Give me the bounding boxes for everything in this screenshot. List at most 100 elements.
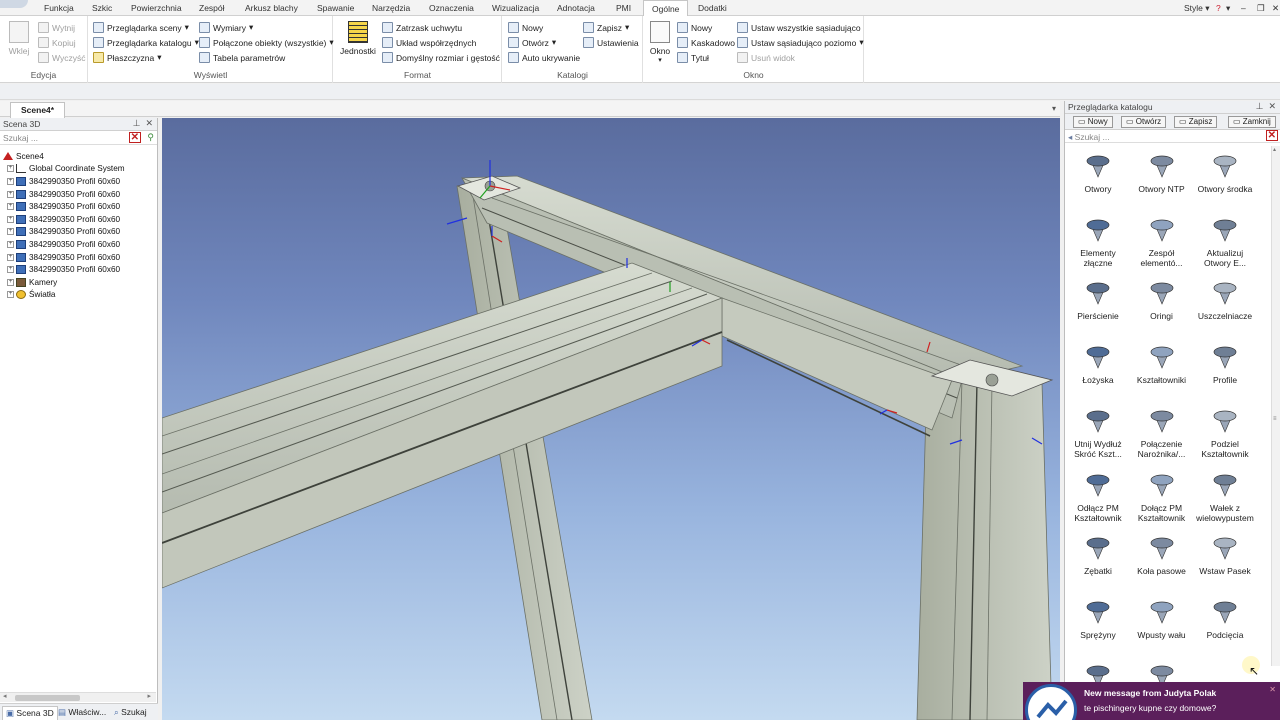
title-button[interactable]: Tytuł	[677, 52, 709, 63]
tree-node[interactable]: +3842990350 Profil 60x60	[0, 200, 156, 213]
style-menu[interactable]: Style ▾	[1184, 3, 1210, 14]
window-button[interactable]: Okno ▾	[647, 21, 673, 64]
catalog-item[interactable]: Elementy złączne	[1066, 215, 1130, 268]
tab-szkic[interactable]: Szkic	[92, 3, 112, 13]
close-catalog-icon[interactable]: ✕	[1268, 101, 1276, 111]
expand-icon[interactable]: +	[7, 266, 14, 274]
tab-funkcja[interactable]: Funkcja	[44, 3, 74, 13]
tree-node[interactable]: +3842990350 Profil 60x60	[0, 238, 156, 251]
expand-icon[interactable]: +	[7, 291, 14, 299]
tree-node[interactable]: + Kamery	[0, 276, 156, 289]
catalog-item[interactable]: Otwory środka	[1193, 151, 1257, 194]
plane-button[interactable]: Płaszczyzna ▾	[93, 52, 162, 63]
catalog-close-toolbar-button[interactable]: ▭ Zamknij	[1228, 116, 1276, 128]
help-icon[interactable]: ?	[1216, 3, 1221, 13]
scrollbar-thumb[interactable]	[15, 695, 80, 701]
paste-button[interactable]: Wklej	[6, 21, 32, 56]
catalog-item[interactable]: Wpusty wału	[1130, 597, 1194, 640]
tree-node[interactable]: + Global Coordinate System	[0, 163, 156, 176]
application-menu-button[interactable]	[0, 0, 28, 8]
catalog-item[interactable]: Dołącz PM Kształtownik	[1130, 470, 1194, 523]
catalog-search-box[interactable]: ◂ Szukaj ... ✕	[1065, 130, 1280, 143]
catalog-item[interactable]: Odłącz PM Kształtownik	[1066, 470, 1130, 523]
tree-node[interactable]: + Światła	[0, 289, 156, 302]
catalog-item[interactable]: Aktualizuj Otwory E...	[1193, 215, 1257, 268]
expand-icon[interactable]: +	[7, 228, 14, 236]
tab-spawanie[interactable]: Spawanie	[317, 3, 354, 13]
catalog-save-toolbar-button[interactable]: ▭ Zapisz	[1174, 116, 1218, 128]
catalog-item[interactable]: Podcięcia	[1193, 597, 1257, 640]
expand-icon[interactable]: +	[7, 253, 14, 261]
tree-node[interactable]: Scene4	[0, 150, 156, 163]
scroll-right-icon[interactable]: ▸	[147, 692, 151, 700]
catalog-browser-button[interactable]: Przeglądarka katalogu ▾	[93, 37, 199, 48]
tab-narzedzia[interactable]: Narzędzia	[372, 3, 410, 13]
filter-icon[interactable]: ⚲	[147, 132, 154, 143]
catalog-vertical-scrollbar[interactable]: ▴ ≡	[1271, 146, 1280, 666]
remove-view-button[interactable]: Usuń widok	[737, 52, 795, 63]
scroll-up-icon[interactable]: ▴	[1273, 146, 1276, 153]
catalog-item[interactable]: Koła pasowe	[1130, 533, 1194, 576]
catalog-item[interactable]: Sprężyny	[1066, 597, 1130, 640]
minimize-ribbon-icon[interactable]: –	[1241, 3, 1246, 13]
expand-icon[interactable]: +	[7, 203, 14, 211]
coordinate-system-button[interactable]: Układ współrzędnych	[382, 37, 476, 48]
catalog-settings-button[interactable]: Ustawienia	[583, 37, 639, 48]
clear-catalog-search-icon[interactable]: ✕	[1265, 130, 1278, 141]
default-size-density-button[interactable]: Domyślny rozmiar i gęstość	[382, 52, 500, 63]
catalog-item[interactable]: Wałek z wielowypustem	[1193, 470, 1257, 523]
tab-scena-3d[interactable]: ▣ Scena 3D	[2, 706, 58, 720]
catalog-item[interactable]: Kształtowniki	[1130, 342, 1194, 385]
window-new-button[interactable]: Nowy	[677, 22, 712, 33]
tab-adnotacja[interactable]: Adnotacja	[557, 3, 595, 13]
document-list-dropdown-icon[interactable]: ▾	[1052, 104, 1056, 113]
dimensions-button[interactable]: Wymiary ▾	[199, 22, 253, 33]
catalog-item[interactable]: Pierścienie	[1066, 278, 1130, 321]
tab-powierzchnia[interactable]: Powierzchnia	[131, 3, 182, 13]
tree-node[interactable]: +3842990350 Profil 60x60	[0, 175, 156, 188]
expand-icon[interactable]: +	[7, 177, 14, 185]
tree-node[interactable]: +3842990350 Profil 60x60	[0, 251, 156, 264]
catalog-item[interactable]: Połączenie Narożnika/...	[1130, 406, 1194, 459]
tile-all-button[interactable]: Ustaw wszystkie sąsiadująco	[737, 22, 861, 33]
units-button[interactable]: Jednostki	[338, 21, 378, 56]
catalog-item[interactable]: Profile	[1193, 342, 1257, 385]
close-notification-icon[interactable]: ✕	[1269, 685, 1276, 694]
expand-icon[interactable]: +	[7, 190, 14, 198]
tab-search[interactable]: ⌕ Szukaj	[111, 706, 150, 719]
document-tab[interactable]: Scene4*	[10, 102, 66, 118]
catalog-new-button[interactable]: Nowy	[508, 22, 543, 33]
tab-oznaczenia[interactable]: Oznaczenia	[429, 3, 474, 13]
tab-dodatki[interactable]: Dodatki	[698, 3, 727, 13]
tab-properties[interactable]: ▤ Właściw...	[55, 706, 109, 719]
clear-search-icon[interactable]: ✕	[128, 132, 141, 143]
expand-icon[interactable]: +	[7, 165, 14, 173]
tree-node[interactable]: +3842990350 Profil 60x60	[0, 226, 156, 239]
back-arrow-icon[interactable]: ◂	[1068, 132, 1072, 142]
catalog-save-button[interactable]: Zapisz ▾	[583, 22, 629, 33]
close-panel-icon[interactable]: ✕	[145, 118, 153, 128]
catalog-item[interactable]: Wstaw Pasek	[1193, 533, 1257, 576]
catalog-item[interactable]: Utnij Wydłuż Skróć Kszt...	[1066, 406, 1130, 459]
catalog-item[interactable]: Uszczelniacze	[1193, 278, 1257, 321]
catalog-item[interactable]: Oringi	[1130, 278, 1194, 321]
catalog-item[interactable]: Łożyska	[1066, 342, 1130, 385]
scene-horizontal-scrollbar[interactable]: ◂ ▸	[0, 692, 156, 702]
scene-browser-button[interactable]: Przeglądarka sceny ▾	[93, 22, 189, 33]
cut-button[interactable]: Wytnij	[38, 22, 75, 33]
scroll-grip-icon[interactable]: ≡	[1273, 416, 1277, 422]
close-icon[interactable]: ✕	[1272, 3, 1279, 14]
pin-panel-icon[interactable]: ⊥	[133, 118, 141, 128]
restore-icon[interactable]: ❐	[1257, 3, 1265, 14]
connected-objects-button[interactable]: Połączone obiekty (wszystkie) ▾	[199, 37, 334, 48]
pin-catalog-icon[interactable]: ⊥	[1256, 101, 1264, 111]
3d-viewport[interactable]	[162, 118, 1060, 720]
handle-snap-button[interactable]: Zatrzask uchwytu	[382, 22, 462, 33]
auto-hide-button[interactable]: Auto ukrywanie	[508, 52, 580, 63]
expand-icon[interactable]: +	[7, 215, 14, 223]
scene-search-box[interactable]: Szukaj ... ✕ ⚲	[0, 131, 157, 145]
expand-icon[interactable]: +	[7, 240, 14, 248]
message-notification[interactable]: New message from Judyta Polak te pischin…	[1023, 682, 1280, 720]
expand-icon[interactable]: +	[7, 278, 14, 286]
help-dropdown-icon[interactable]: ▾	[1226, 3, 1230, 14]
